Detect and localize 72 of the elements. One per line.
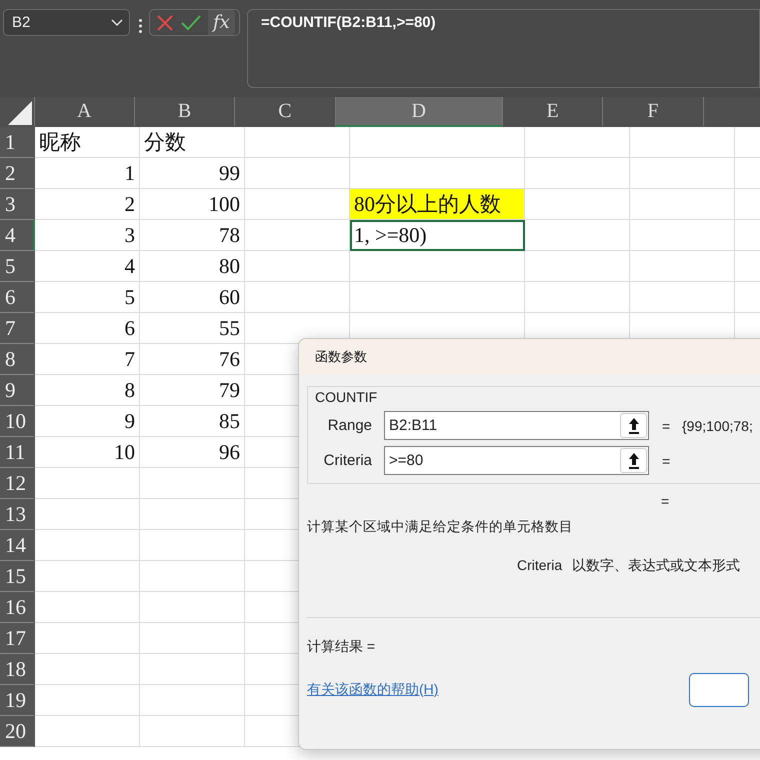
row-header[interactable]: 11: [0, 437, 35, 468]
equals-sign: =: [662, 452, 672, 468]
row-header[interactable]: 10: [0, 406, 35, 437]
row-header[interactable]: 13: [0, 499, 35, 530]
row-header[interactable]: 15: [0, 561, 35, 592]
row-header[interactable]: 18: [0, 654, 35, 685]
row-header[interactable]: 16: [0, 592, 35, 623]
name-box[interactable]: B2: [3, 9, 130, 36]
table-cell: 分数: [140, 127, 245, 158]
column-header[interactable]: D: [334, 97, 502, 127]
argument-label: Range: [326, 417, 372, 434]
table-cell: 99: [140, 158, 245, 189]
upload-arrow-icon: [628, 452, 640, 470]
table-cell: 60: [140, 282, 245, 313]
row-header[interactable]: 20: [0, 716, 35, 747]
equals-sign: =: [662, 418, 672, 434]
ok-button[interactable]: [689, 673, 749, 707]
row-header[interactable]: 12: [0, 468, 35, 499]
table-cell: 76: [140, 344, 245, 375]
table-cell: 100: [140, 189, 245, 220]
result-label: 计算结果 =: [307, 638, 376, 656]
table-cell: 2: [35, 189, 140, 220]
argument-field[interactable]: >=80: [384, 446, 649, 475]
collapse-dialog-button[interactable]: [620, 448, 647, 473]
editing-cell: 1, >=80): [350, 220, 525, 251]
table-cell: 79: [140, 375, 245, 406]
table-cell: 5: [35, 282, 140, 313]
table-cell: 7: [35, 344, 140, 375]
function-description: 计算某个区域中满足给定条件的单元格数目: [307, 518, 574, 536]
table-cell: 55: [140, 313, 245, 344]
chevron-down-icon: [111, 18, 123, 26]
argument-name: Criteria: [517, 557, 562, 575]
row-header[interactable]: 3: [0, 189, 35, 220]
table-cell: 3: [35, 220, 140, 251]
row-header[interactable]: 17: [0, 623, 35, 654]
table-cell: 8: [35, 375, 140, 406]
insert-function-button[interactable]: fx: [208, 10, 235, 35]
row-header[interactable]: 5: [0, 251, 35, 282]
row-header[interactable]: 14: [0, 530, 35, 561]
more-options-icon[interactable]: [139, 19, 142, 33]
table-cell: 85: [140, 406, 245, 437]
table-cell: 96: [140, 437, 245, 468]
help-link[interactable]: 有关该函数的帮助(H): [307, 681, 438, 699]
table-cell: 10: [35, 437, 140, 468]
row-header[interactable]: 7: [0, 313, 35, 344]
row-header[interactable]: 6: [0, 282, 35, 313]
row-header[interactable]: 19: [0, 685, 35, 716]
table-cell: 1: [35, 158, 140, 189]
row-header[interactable]: 8: [0, 344, 35, 375]
table-cell: 80: [140, 251, 245, 282]
table-cell: 6: [35, 313, 140, 344]
select-all-icon[interactable]: [8, 101, 32, 125]
collapse-dialog-button[interactable]: [620, 413, 647, 438]
table-cell: 昵称: [35, 127, 140, 158]
row-header[interactable]: 4: [0, 220, 35, 251]
table-cell: 9: [35, 406, 140, 437]
upload-arrow-icon: [628, 416, 640, 434]
argument-result: {99;100;78;: [682, 418, 753, 434]
row-header[interactable]: 2: [0, 158, 35, 189]
row-header[interactable]: 9: [0, 375, 35, 406]
checkmark-icon[interactable]: [180, 14, 202, 32]
argument-field[interactable]: B2:B11: [384, 411, 649, 440]
table-cell: 4: [35, 251, 140, 282]
argument-label: Criteria: [322, 452, 372, 469]
table-cell: 80分以上的人数: [350, 189, 525, 220]
row-header[interactable]: 1: [0, 127, 35, 158]
argument-description: 以数字、表达式或文本形式: [572, 557, 740, 575]
dialog-title: 函数参数: [299, 339, 760, 375]
function-name: COUNTIF: [314, 389, 378, 405]
table-cell: 78: [140, 220, 245, 251]
formula-bar[interactable]: =COUNTIF(B2:B11,>=80): [247, 9, 760, 88]
equals-sign: =: [661, 493, 670, 509]
